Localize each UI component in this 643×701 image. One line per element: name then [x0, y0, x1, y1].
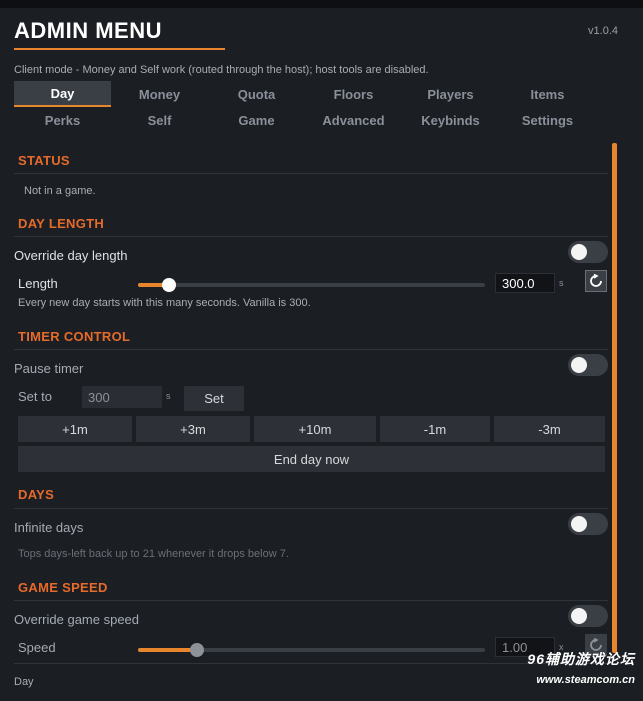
add-10m-button[interactable]: +10m: [254, 416, 376, 442]
override-day-length-toggle[interactable]: [568, 241, 608, 263]
section-heading-day-length: DAY LENGTH: [18, 216, 105, 231]
tab-players[interactable]: Players: [402, 81, 499, 107]
override-game-speed-toggle[interactable]: [568, 605, 608, 627]
tab-items[interactable]: Items: [499, 81, 596, 107]
infinite-days-label: Infinite days: [14, 520, 84, 535]
tab-self[interactable]: Self: [111, 107, 208, 133]
subtract-1m-button[interactable]: -1m: [380, 416, 490, 442]
tab-floors[interactable]: Floors: [305, 81, 402, 107]
override-day-length-label: Override day length: [14, 248, 128, 263]
tab-keybinds[interactable]: Keybinds: [402, 107, 499, 133]
tab-quota[interactable]: Quota: [208, 81, 305, 107]
window-top-strip: [0, 0, 643, 8]
speed-slider-handle[interactable]: [189, 643, 204, 657]
tab-perks[interactable]: Perks: [14, 107, 111, 133]
section-divider: [14, 236, 608, 237]
section-heading-status: STATUS: [18, 153, 70, 168]
tab-day[interactable]: Day: [14, 81, 111, 107]
speed-label: Speed: [18, 640, 56, 655]
speed-slider-fill: [138, 648, 197, 652]
tab-money[interactable]: Money: [111, 81, 208, 107]
section-divider: [14, 173, 608, 174]
length-slider[interactable]: [138, 278, 485, 292]
watermark-url: www.steamcom.cn: [536, 674, 635, 686]
pause-timer-label: Pause timer: [14, 361, 84, 376]
toggle-knob: [571, 608, 587, 624]
title-underline: [14, 48, 225, 50]
section-divider: [14, 663, 608, 664]
toggle-knob: [571, 516, 587, 532]
scrollbar[interactable]: [612, 143, 617, 653]
override-game-speed-label: Override game speed: [14, 612, 140, 627]
set-button[interactable]: Set: [184, 386, 244, 411]
footer-tab-label: Day: [14, 676, 34, 688]
length-label: Length: [18, 276, 58, 291]
add-3m-button[interactable]: +3m: [136, 416, 250, 442]
section-heading-game-speed: GAME SPEED: [18, 580, 108, 595]
section-divider: [14, 600, 608, 601]
set-to-label: Set to: [18, 389, 52, 404]
tab-game[interactable]: Game: [208, 107, 305, 133]
watermark-title: 96辅助游戏论坛: [527, 651, 635, 667]
infinite-days-hint: Tops days-left back up to 21 whenever it…: [18, 548, 289, 560]
status-text: Not in a game.: [24, 185, 96, 197]
tab-settings[interactable]: Settings: [499, 107, 596, 133]
subtract-3m-button[interactable]: -3m: [494, 416, 605, 442]
page-title: ADMIN MENU: [14, 18, 162, 43]
reset-icon: [590, 274, 602, 287]
tab-row-2: Perks Self Game Advanced Keybinds Settin…: [14, 107, 596, 133]
add-1m-button[interactable]: +1m: [18, 416, 132, 442]
length-value-field[interactable]: 300.0: [495, 273, 555, 293]
section-heading-timer-control: TIMER CONTROL: [18, 329, 131, 344]
tab-row-1: Day Money Quota Floors Players Items: [14, 81, 596, 107]
version-label: v1.0.4: [588, 25, 618, 37]
tab-advanced[interactable]: Advanced: [305, 107, 402, 133]
length-slider-handle[interactable]: [162, 278, 177, 292]
infinite-days-toggle[interactable]: [568, 513, 608, 535]
end-day-now-button[interactable]: End day now: [18, 446, 605, 472]
length-unit: s: [559, 278, 564, 288]
watermark: 96辅助游戏论坛 www.steamcom.cn: [527, 649, 635, 686]
day-length-hint: Every new day starts with this many seco…: [18, 297, 311, 309]
toggle-knob: [571, 244, 587, 260]
speed-slider[interactable]: [138, 643, 485, 657]
section-divider: [14, 349, 608, 350]
toggle-knob: [571, 357, 587, 373]
pause-timer-toggle[interactable]: [568, 354, 608, 376]
tab-bar: Day Money Quota Floors Players Items Per…: [14, 81, 596, 133]
set-to-unit: s: [166, 391, 171, 401]
length-reset-button[interactable]: [585, 270, 607, 292]
section-heading-days: DAYS: [18, 487, 55, 502]
section-divider: [14, 508, 608, 509]
client-mode-note: Client mode - Money and Self work (route…: [14, 64, 429, 76]
set-to-input[interactable]: 300: [82, 386, 162, 408]
